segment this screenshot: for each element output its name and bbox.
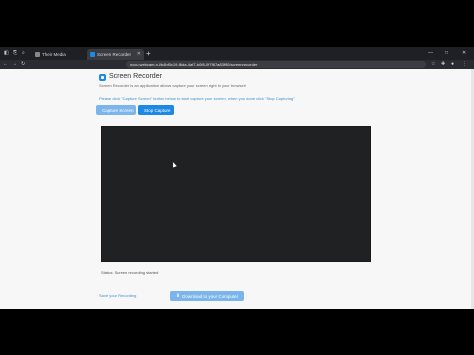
tab-label: Screen Recorder bbox=[97, 52, 132, 57]
tab-favicon-icon bbox=[90, 52, 95, 57]
page-content: Screen Recorder Screen Recorder is an ap… bbox=[0, 69, 474, 309]
bookmark-star-icon[interactable]: ☆ bbox=[431, 61, 435, 67]
screen-recorder-icon bbox=[99, 74, 106, 81]
tab-label: Their Media bbox=[42, 52, 66, 57]
stop-capture-button[interactable]: Stop Capture bbox=[138, 105, 174, 115]
tab-their-media[interactable]: Their Media bbox=[32, 49, 84, 60]
video-preview[interactable] bbox=[101, 126, 371, 262]
minimize-icon[interactable]: — bbox=[428, 50, 433, 56]
tab-screen-recorder[interactable]: Screen Recorder ✕ bbox=[87, 49, 144, 60]
tab-favicon-icon bbox=[35, 52, 40, 57]
tab-search-icon[interactable]: ⌕ bbox=[22, 50, 25, 56]
mouse-cursor-icon bbox=[171, 161, 177, 168]
close-tab-icon[interactable]: ✕ bbox=[137, 51, 141, 57]
browser-toolbar: ← → ↻ nccu.webcam.n.i/b4bf0c19-f6da-4af7… bbox=[0, 60, 474, 69]
menu-dots-icon[interactable]: ⋮ bbox=[462, 61, 467, 67]
capture-screen-label: Capture Screen bbox=[102, 107, 134, 113]
browser-window: ◧ ⎘ ⌕ Their Media Screen Recorder ✕ + — … bbox=[0, 47, 474, 309]
address-bar[interactable]: nccu.webcam.n.i/b4bf0c19-f6da-4af7-b0f8-… bbox=[126, 61, 426, 68]
download-icon: ⬇ bbox=[175, 293, 181, 299]
stop-capture-label: Stop Capture bbox=[144, 107, 171, 113]
instructions-text: Please click "Capture Screen" button bel… bbox=[99, 96, 295, 101]
download-label: Download to your Computer bbox=[182, 293, 239, 299]
maximize-icon[interactable]: □ bbox=[445, 50, 448, 56]
back-icon[interactable]: ← bbox=[3, 61, 8, 67]
extensions-icon[interactable]: ✚ bbox=[441, 61, 445, 67]
download-button[interactable]: ⬇ Download to your Computer bbox=[170, 291, 244, 301]
page-subtitle: Screen Recorder is an application allows… bbox=[99, 83, 247, 88]
tab-list-icon[interactable]: ⎘ bbox=[13, 50, 17, 56]
address-url: nccu.webcam.n.i/b4bf0c19-f6da-4af7-b0f8-… bbox=[130, 62, 258, 67]
save-recording-link[interactable]: Save your Recording bbox=[99, 293, 136, 298]
new-tab-icon[interactable]: + bbox=[146, 49, 151, 58]
profile-icon[interactable]: ● bbox=[451, 61, 454, 67]
status-text: Status: Screen recording started bbox=[101, 270, 159, 275]
forward-icon[interactable]: → bbox=[12, 61, 17, 67]
close-window-icon[interactable]: ✕ bbox=[462, 50, 466, 56]
window-menu-icon[interactable]: ◧ bbox=[4, 50, 9, 56]
tab-bar: ◧ ⎘ ⌕ Their Media Screen Recorder ✕ + — … bbox=[0, 47, 474, 60]
page-title: Screen Recorder bbox=[109, 73, 162, 80]
reload-icon[interactable]: ↻ bbox=[21, 61, 25, 67]
capture-screen-button[interactable]: Capture Screen bbox=[96, 105, 136, 115]
